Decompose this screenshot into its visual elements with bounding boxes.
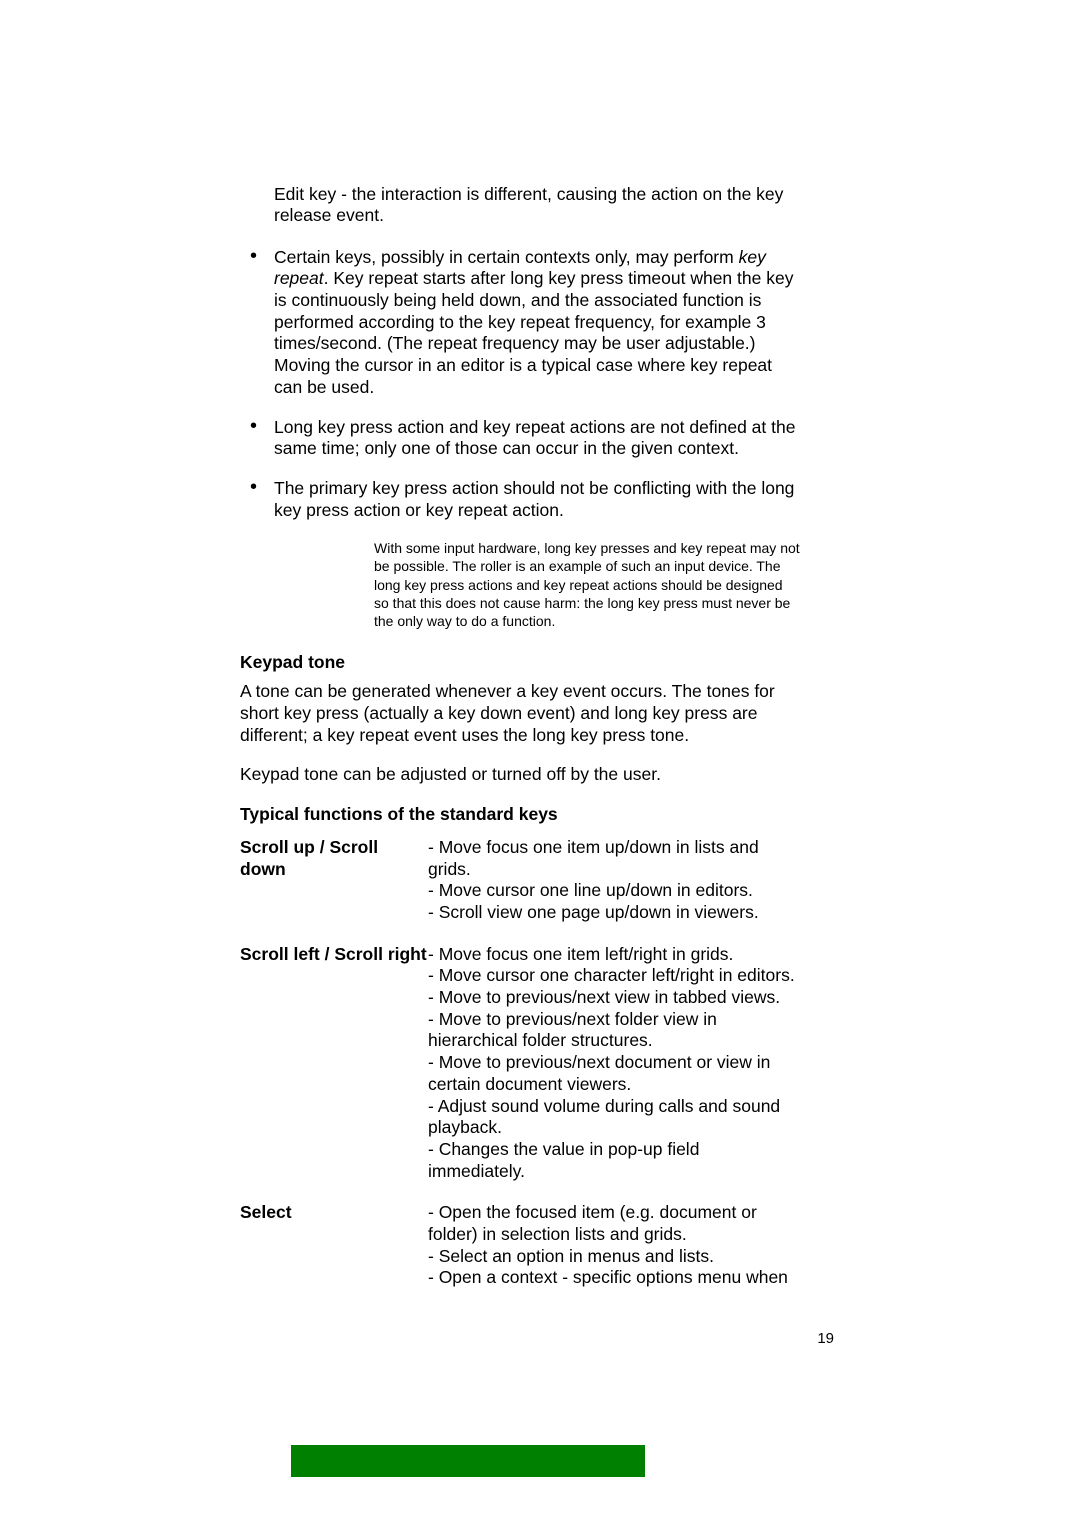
row-term: Scroll up / Scroll down — [240, 837, 428, 924]
intro-paragraph: Edit key - the interaction is different,… — [274, 184, 800, 227]
row-term: Select — [240, 1202, 428, 1289]
note-block: With some input hardware, long key press… — [374, 539, 800, 630]
paragraph: A tone can be generated whenever a key e… — [240, 681, 800, 746]
heading-typical-functions: Typical functions of the standard keys — [240, 804, 800, 825]
footer-green-bar — [291, 1445, 645, 1477]
bullet-item: The primary key press action should not … — [240, 478, 800, 521]
page-number: 19 — [817, 1330, 834, 1347]
functions-table: Scroll up / Scroll down - Move focus one… — [240, 837, 800, 1289]
table-row: Scroll up / Scroll down - Move focus one… — [240, 837, 800, 924]
row-desc: - Open the focused item (e.g. document o… — [428, 1202, 800, 1289]
bullet-item: Long key press action and key repeat act… — [240, 417, 800, 460]
row-desc: - Move focus one item left/right in grid… — [428, 944, 800, 1183]
page-content: Edit key - the interaction is different,… — [240, 184, 800, 1289]
page: Edit key - the interaction is different,… — [0, 0, 1080, 1528]
bullet-text: Long key press action and key repeat act… — [274, 417, 795, 459]
bullet-text-post: . Key repeat starts after long key press… — [274, 268, 793, 396]
heading-keypad-tone: Keypad tone — [240, 652, 800, 673]
bullet-item: Certain keys, possibly in certain contex… — [240, 247, 800, 399]
row-term: Scroll left / Scroll right — [240, 944, 428, 1183]
bullet-text-pre: Certain keys, possibly in certain contex… — [274, 247, 739, 267]
bullet-list: Certain keys, possibly in certain contex… — [240, 247, 800, 522]
row-desc: - Move focus one item up/down in lists a… — [428, 837, 800, 924]
paragraph: Keypad tone can be adjusted or turned of… — [240, 764, 800, 786]
bullet-text: The primary key press action should not … — [274, 478, 794, 520]
table-row: Scroll left / Scroll right - Move focus … — [240, 944, 800, 1183]
table-row: Select - Open the focused item (e.g. doc… — [240, 1202, 800, 1289]
